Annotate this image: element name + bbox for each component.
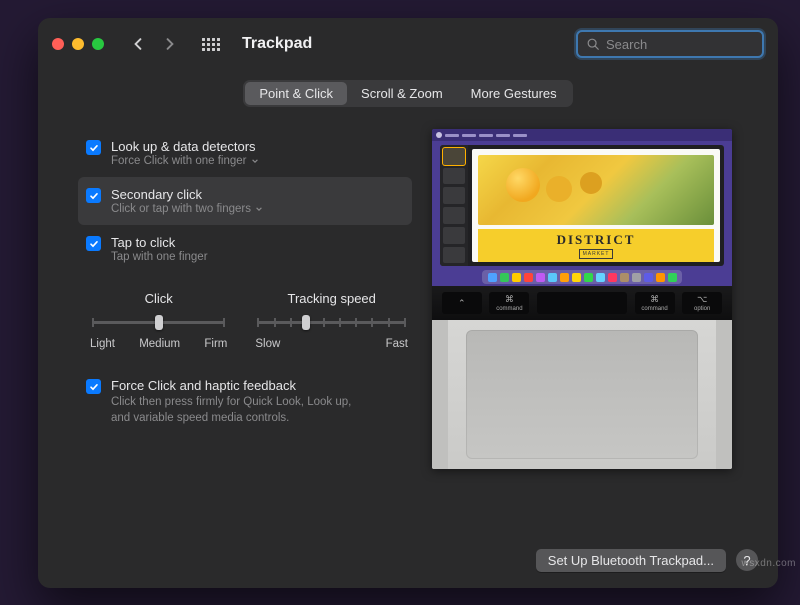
back-button[interactable]	[126, 32, 150, 56]
search-icon	[586, 37, 600, 51]
options-panel: Look up & data detectors Force Click wit…	[86, 129, 412, 532]
chevron-down-icon	[251, 157, 259, 165]
search-field[interactable]	[576, 30, 764, 58]
tab-bar: Point & Click Scroll & Zoom More Gesture…	[38, 80, 778, 107]
option-tap-to-click[interactable]: Tap to click Tap with one finger	[86, 225, 412, 273]
preview-headline: DISTRICT	[557, 232, 636, 248]
checkbox-secondary-click[interactable]	[86, 188, 101, 203]
preview-dock	[482, 270, 682, 284]
option-title: Tap to click	[111, 235, 208, 250]
checkbox-look-up[interactable]	[86, 140, 101, 155]
show-all-button[interactable]	[198, 31, 224, 57]
option-subtitle: Tap with one finger	[111, 251, 208, 263]
checkbox-force-click[interactable]	[86, 379, 101, 394]
window-controls	[52, 38, 104, 50]
checkbox-tap-to-click[interactable]	[86, 236, 101, 251]
option-description: Click then press firmly for Quick Look, …	[111, 395, 371, 426]
option-secondary-click[interactable]: Secondary click Click or tap with two fi…	[78, 177, 412, 225]
slider-label: Tracking speed	[287, 291, 375, 306]
option-force-click[interactable]: Force Click and haptic feedback Click th…	[86, 378, 412, 426]
preview-keyboard: ⌃⌘command⌘command⌥option	[432, 286, 732, 320]
close-button[interactable]	[52, 38, 64, 50]
titlebar: Trackpad	[38, 18, 778, 70]
slider-tracking-speed: Tracking speed Slow Fast	[255, 291, 408, 350]
footer: Set Up Bluetooth Trackpad... ?	[38, 532, 778, 588]
option-subtitle-dropdown[interactable]: Force Click with one finger	[111, 155, 259, 167]
preferences-window: Trackpad Point & Click Scroll & Zoom Mor…	[38, 18, 778, 588]
preview-subhead: MARKET	[579, 249, 614, 259]
forward-button[interactable]	[158, 32, 182, 56]
gesture-preview: DISTRICT MARKET · ⌃⌘command⌘command⌥opti…	[432, 129, 732, 469]
window-title: Trackpad	[242, 35, 312, 53]
option-subtitle-dropdown[interactable]: Click or tap with two fingers	[111, 203, 263, 215]
slider-click: Click Light Medium Firm	[90, 291, 227, 350]
tab-more-gestures[interactable]: More Gestures	[457, 82, 571, 105]
bluetooth-trackpad-button[interactable]: Set Up Bluetooth Trackpad...	[536, 549, 726, 572]
preview-screen: DISTRICT MARKET ·	[432, 129, 732, 286]
slider-label: Click	[145, 291, 173, 306]
option-title: Look up & data detectors	[111, 139, 259, 154]
slider-thumb[interactable]	[302, 315, 310, 330]
option-title: Force Click and haptic feedback	[111, 378, 371, 393]
search-input[interactable]	[606, 37, 778, 52]
slider-click-track[interactable]	[90, 312, 227, 332]
preview-trackpad-surface	[432, 320, 732, 469]
minimize-button[interactable]	[72, 38, 84, 50]
watermark: wsxdn.com	[741, 558, 796, 569]
slider-tracking-track[interactable]	[255, 312, 408, 332]
option-title: Secondary click	[111, 187, 263, 202]
chevron-down-icon	[255, 205, 263, 213]
zoom-button[interactable]	[92, 38, 104, 50]
tab-scroll-zoom[interactable]: Scroll & Zoom	[347, 82, 457, 105]
tab-point-click[interactable]: Point & Click	[245, 82, 347, 105]
option-look-up[interactable]: Look up & data detectors Force Click wit…	[86, 129, 412, 177]
slider-thumb[interactable]	[155, 315, 163, 330]
